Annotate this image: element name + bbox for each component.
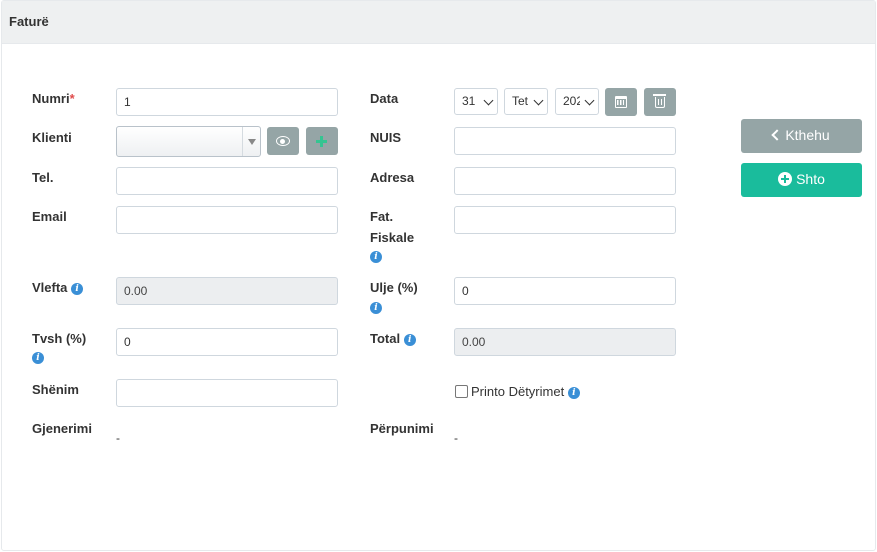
data-label: Data bbox=[370, 91, 399, 106]
chevron-down-icon bbox=[584, 95, 595, 106]
info-icon[interactable]: i bbox=[567, 387, 580, 399]
month-select[interactable]: Tet bbox=[504, 88, 548, 115]
perpunimi-label: Përpunimi bbox=[370, 421, 434, 436]
clear-date-button[interactable] bbox=[644, 88, 676, 116]
add-button-label: Shto bbox=[796, 171, 825, 187]
numri-input[interactable] bbox=[116, 88, 338, 116]
nuis-label: NUIS bbox=[370, 130, 402, 145]
day-value: 31 bbox=[462, 94, 476, 108]
email-input[interactable] bbox=[116, 206, 338, 234]
day-select[interactable]: 31 bbox=[454, 88, 498, 115]
chevron-left-icon bbox=[771, 129, 783, 141]
calendar-button[interactable] bbox=[605, 88, 637, 116]
total-label: Total i bbox=[370, 328, 416, 349]
info-icon[interactable]: i bbox=[71, 283, 84, 295]
fat-fiskale-label-line2: Fiskale bbox=[370, 230, 415, 245]
info-icon[interactable]: i bbox=[403, 334, 416, 346]
nuis-input[interactable] bbox=[454, 127, 676, 155]
info-icon[interactable]: i bbox=[32, 352, 44, 364]
vlefta-label: Vlefta i bbox=[32, 277, 84, 298]
gjenerimi-label: Gjenerimi bbox=[32, 421, 92, 436]
panel-header: Faturë bbox=[2, 1, 875, 44]
year-select[interactable]: 202 bbox=[555, 88, 599, 115]
perpunimi-value: - bbox=[454, 431, 458, 445]
email-label: Email bbox=[32, 209, 67, 224]
month-value: Tet bbox=[512, 94, 529, 108]
year-value: 202 bbox=[563, 94, 580, 108]
fat-fiskale-input[interactable] bbox=[454, 206, 676, 234]
tvsh-input[interactable] bbox=[116, 328, 338, 356]
trash-icon bbox=[653, 94, 666, 108]
add-button[interactable]: Shto bbox=[741, 163, 862, 197]
back-button[interactable]: Kthehu bbox=[741, 119, 862, 153]
chevron-down-icon bbox=[533, 95, 544, 106]
tel-label: Tel. bbox=[32, 170, 54, 185]
ulje-input[interactable] bbox=[454, 277, 676, 305]
ulje-label: Ulje (%) bbox=[370, 280, 418, 295]
tvsh-label: Tvsh (%) bbox=[32, 331, 87, 346]
total-input bbox=[454, 328, 676, 356]
shenim-label: Shënim bbox=[32, 382, 79, 397]
klienti-label: Klienti bbox=[32, 130, 72, 145]
back-button-label: Kthehu bbox=[785, 127, 830, 143]
adresa-input[interactable] bbox=[454, 167, 676, 195]
numri-label: Numri* bbox=[32, 91, 75, 106]
printo-checkbox[interactable] bbox=[455, 385, 468, 398]
calendar-icon bbox=[615, 96, 627, 108]
panel-title: Faturë bbox=[9, 14, 49, 29]
info-icon[interactable]: i bbox=[370, 302, 382, 314]
fat-fiskale-label-line1: Fat. bbox=[370, 209, 394, 224]
tel-input[interactable] bbox=[116, 167, 338, 195]
add-client-button[interactable] bbox=[306, 127, 338, 155]
view-client-button[interactable] bbox=[267, 127, 299, 155]
plus-circle-icon bbox=[778, 171, 793, 186]
chevron-down-icon bbox=[483, 95, 494, 106]
required-mark: * bbox=[69, 91, 75, 106]
klienti-select[interactable] bbox=[116, 126, 261, 157]
info-icon[interactable]: i bbox=[370, 251, 382, 263]
eye-icon bbox=[276, 136, 290, 146]
adresa-label: Adresa bbox=[370, 170, 415, 185]
vlefta-input bbox=[116, 277, 338, 305]
dropdown-arrow-icon[interactable] bbox=[242, 127, 260, 156]
gjenerimi-value: - bbox=[116, 431, 120, 445]
shenim-input[interactable] bbox=[116, 379, 338, 407]
printo-label[interactable]: Printo Dëtyrimet i bbox=[471, 381, 580, 402]
invoice-panel: Faturë bbox=[1, 0, 876, 551]
